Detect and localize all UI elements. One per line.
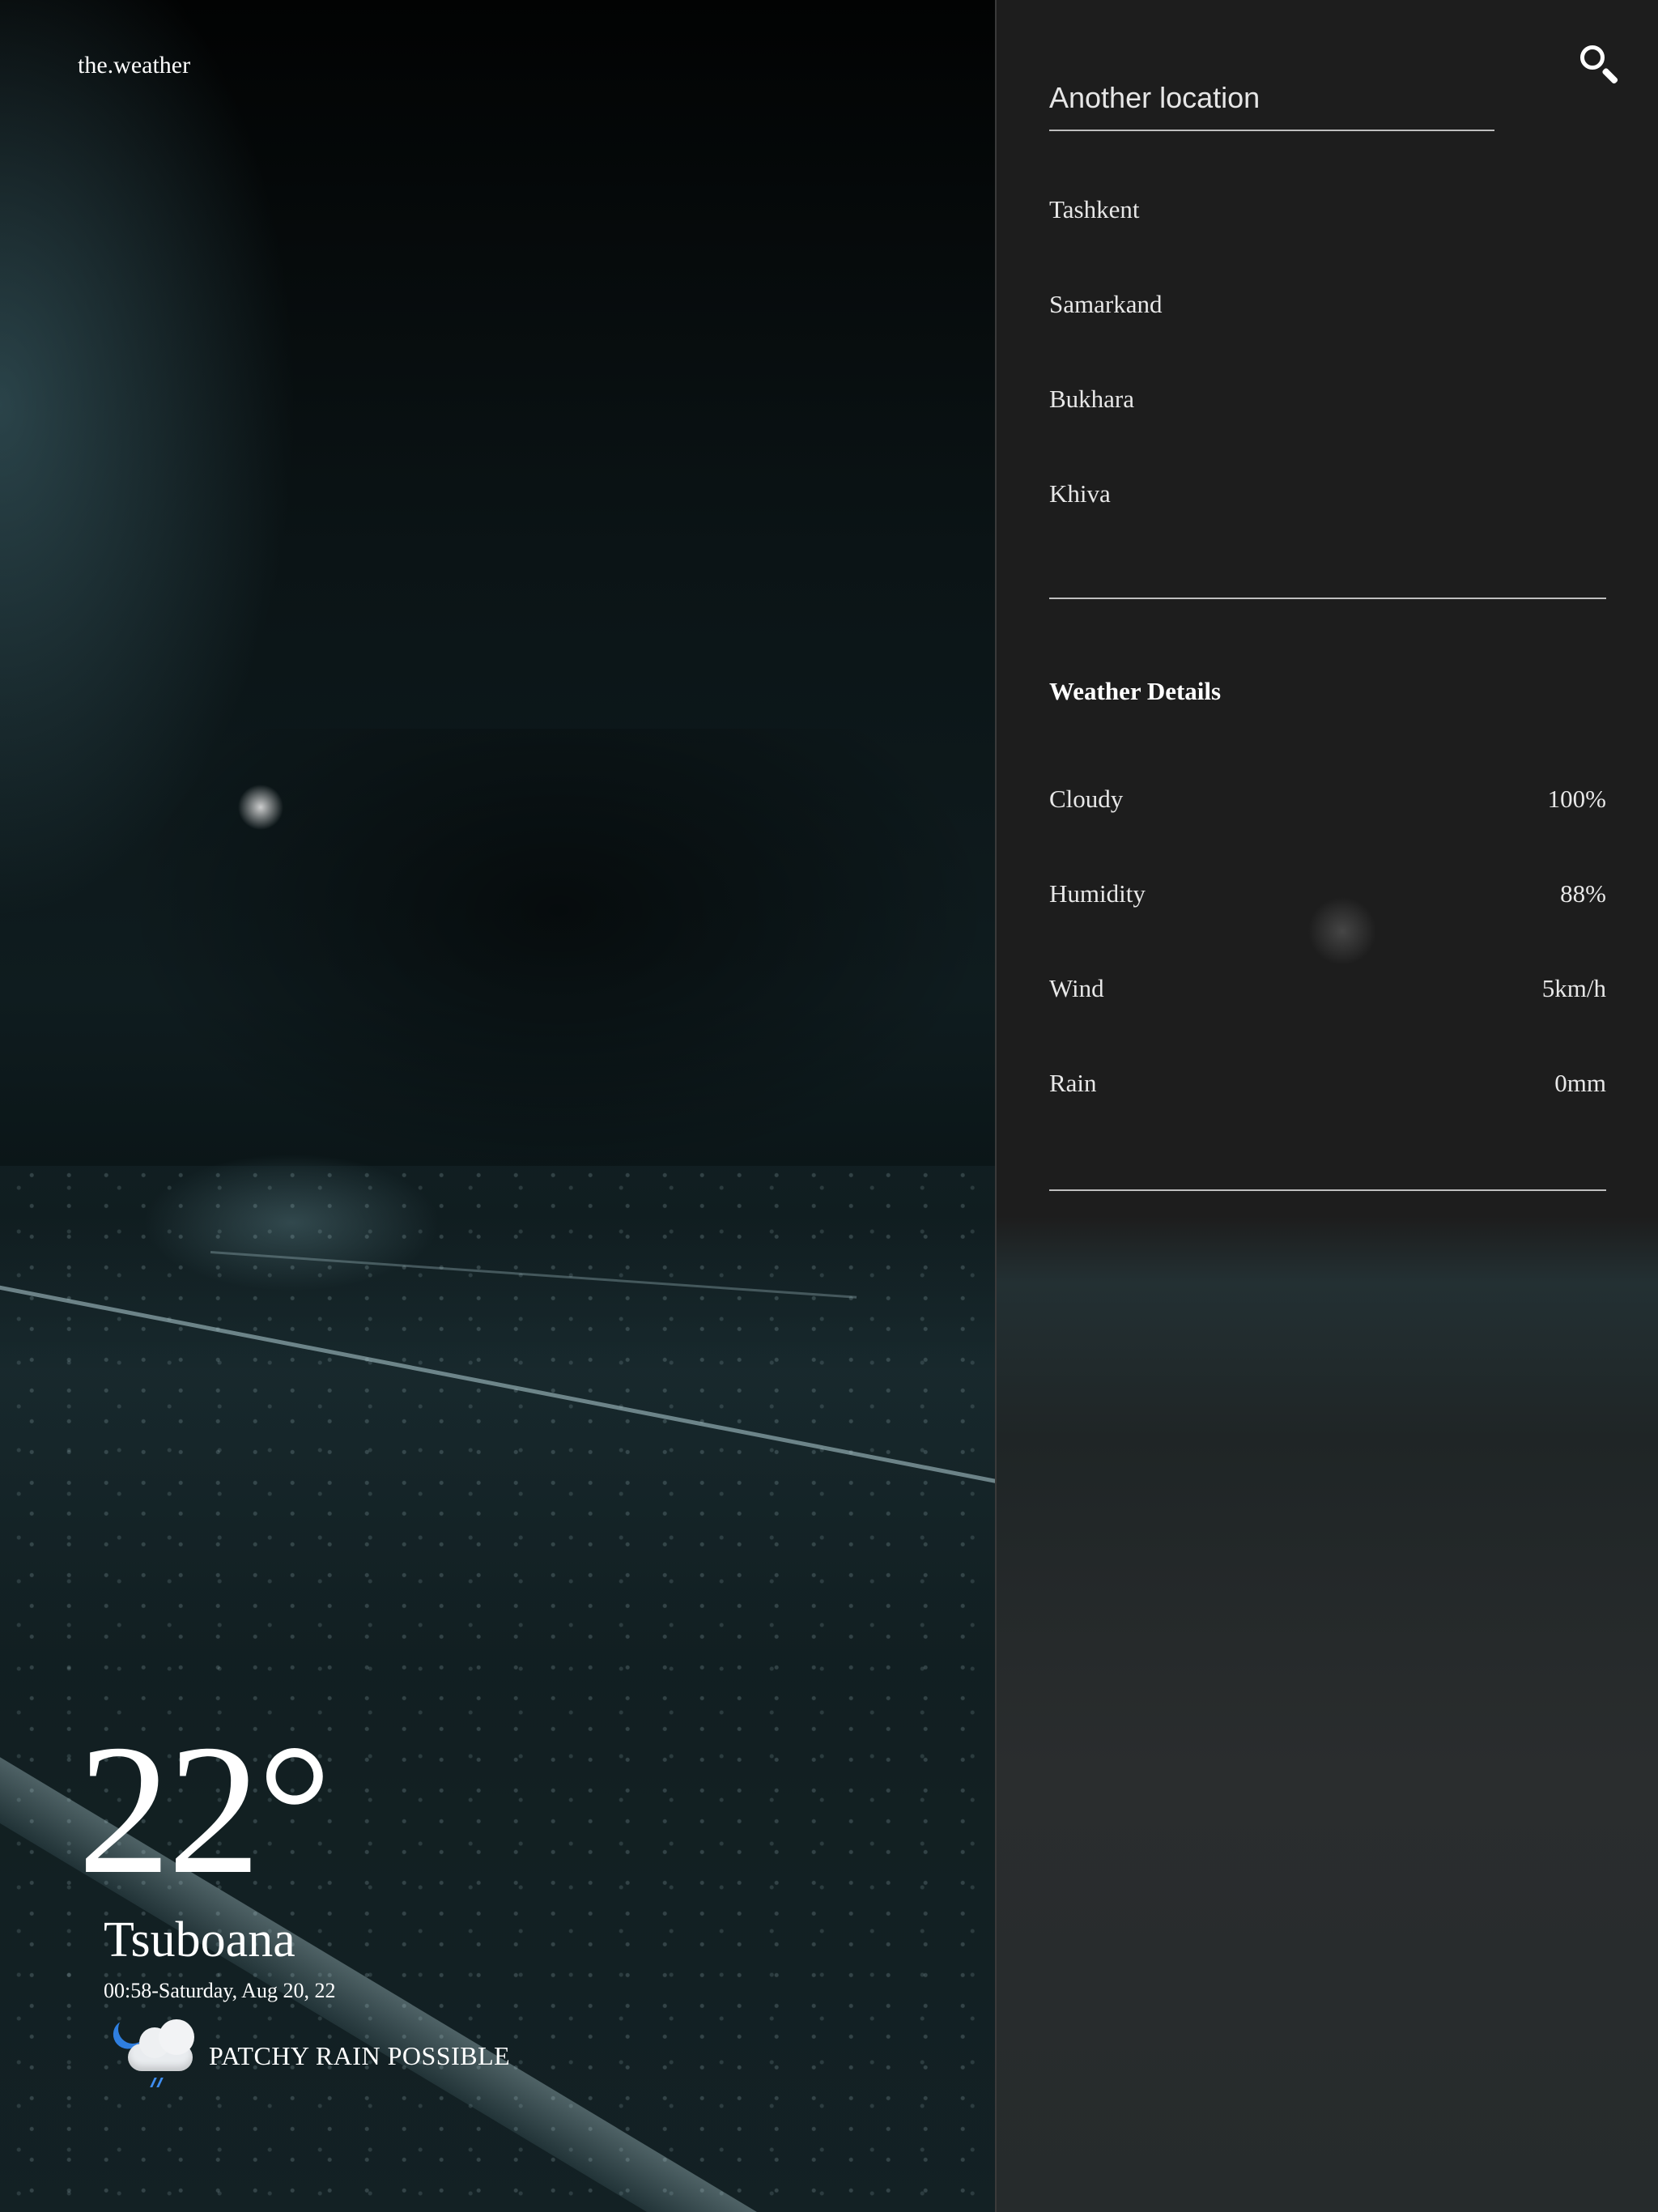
location-item-khiva[interactable]: Khiva [1049, 470, 1606, 565]
current-datetime: 00:58-Saturday, Aug 20, 22 [104, 1979, 336, 2003]
detail-label: Wind [1049, 974, 1104, 1002]
detail-value: 88% [1560, 879, 1606, 908]
brand-logo[interactable]: the.weather [78, 52, 190, 79]
divider [1049, 598, 1606, 599]
detail-row-cloudy: Cloudy 100% [1049, 776, 1606, 870]
detail-row-wind: Wind 5km/h [1049, 965, 1606, 1060]
search-form [1049, 73, 1494, 131]
detail-value: 100% [1547, 785, 1606, 813]
detail-value: 0mm [1554, 1069, 1606, 1097]
detail-label: Humidity [1049, 879, 1146, 908]
detail-value: 5km/h [1541, 974, 1606, 1002]
divider [1049, 1189, 1606, 1191]
location-item-tashkent[interactable]: Tashkent [1049, 186, 1606, 281]
location-list: Tashkent Samarkand Bukhara Khiva [1049, 186, 1606, 565]
tree-silhouettes [121, 729, 995, 1182]
weather-details-list: Cloudy 100% Humidity 88% Wind 5km/h Rain… [1049, 776, 1606, 1155]
current-temperature: 22° [78, 1706, 332, 1912]
condition-row: PATCHY RAIN POSSIBLE [113, 2011, 510, 2100]
condition-text: PATCHY RAIN POSSIBLE [209, 2040, 511, 2070]
current-weather: 22° Tsuboana 00:58-Saturday, Aug 20, 22 … [78, 1716, 510, 2100]
location-item-bukhara[interactable]: Bukhara [1049, 376, 1606, 470]
detail-label: Rain [1049, 1069, 1097, 1097]
location-item-samarkand[interactable]: Samarkand [1049, 281, 1606, 376]
search-button[interactable] [1569, 37, 1626, 94]
side-panel: Tashkent Samarkand Bukhara Khiva Weather… [995, 0, 1658, 2212]
location-search-input[interactable] [1049, 73, 1494, 131]
background-photo: the.weather 22° Tsuboana 00:58-Saturday,… [0, 0, 995, 2212]
moon-cloud-rain-icon [113, 2011, 202, 2100]
weather-app: the.weather 22° Tsuboana 00:58-Saturday,… [0, 0, 1658, 2212]
current-location: Tsuboana [104, 1912, 295, 1967]
weather-details-title: Weather Details [1049, 677, 1222, 705]
detail-row-rain: Rain 0mm [1049, 1060, 1606, 1155]
detail-row-humidity: Humidity 88% [1049, 870, 1606, 965]
detail-label: Cloudy [1049, 785, 1124, 813]
